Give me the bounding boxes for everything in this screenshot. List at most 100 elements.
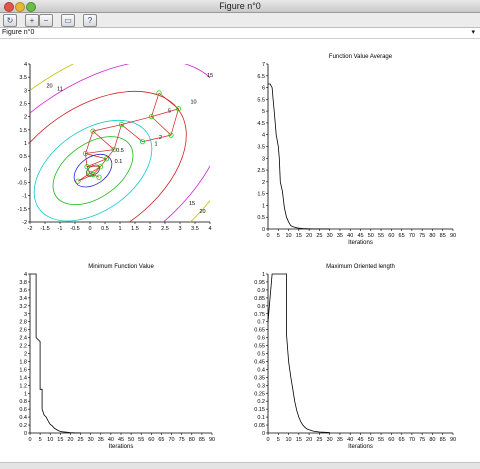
x-tick-label: 55 bbox=[378, 233, 384, 239]
x-tick-label: 65 bbox=[399, 233, 405, 239]
contour-line bbox=[30, 90, 187, 222]
x-tick-label: 60 bbox=[388, 437, 394, 443]
y-tick-label: 3.5 bbox=[19, 75, 27, 81]
x-tick-label: 30 bbox=[88, 437, 94, 443]
y-tick-label: 0.25 bbox=[254, 391, 265, 397]
y-tick-label: 1.4 bbox=[19, 375, 27, 381]
y-tick-label: 0.4 bbox=[19, 415, 27, 421]
y-tick-label: 0.8 bbox=[19, 399, 27, 405]
figure-canvas[interactable]: -2 -1.5 -1 -0.5 0 0.5 1 1.5 2 2.5 3 3.5 4 -2 -1.5 -1 -0.… bbox=[0, 40, 480, 462]
y-tick-label: 1 bbox=[24, 141, 27, 147]
x-tick-label: 55 bbox=[378, 437, 384, 443]
rotate-button[interactable]: ↻ bbox=[3, 14, 17, 27]
contour-label: 11 bbox=[57, 86, 63, 92]
x-tick-label: 5 bbox=[39, 437, 42, 443]
y-tick-label: 3.6 bbox=[19, 288, 27, 294]
y-tick-label: -0.5 bbox=[18, 181, 27, 187]
y-tick-label: 0.05 bbox=[254, 423, 265, 429]
toolbar: ↻ + − ▭ ? bbox=[0, 13, 480, 28]
y-tick-label: 3.5 bbox=[257, 145, 265, 151]
x-tick-label: 35 bbox=[337, 233, 343, 239]
x-tick-label: 3 bbox=[178, 226, 181, 232]
x-axis-label: Iterations bbox=[348, 444, 373, 450]
x-tick-label: 15 bbox=[296, 437, 302, 443]
y-tick-label: 1.8 bbox=[19, 359, 27, 365]
y-tick-label: 2.5 bbox=[19, 102, 27, 108]
y-tick-label: 0.15 bbox=[254, 407, 265, 413]
y-tick-label: 5 bbox=[262, 109, 265, 115]
x-tick-label: 5 bbox=[277, 437, 280, 443]
x-tick-label: 25 bbox=[316, 437, 322, 443]
x-tick-label: 3.5 bbox=[191, 226, 199, 232]
y-tick-label: 4 bbox=[24, 62, 27, 68]
x-tick-label: 20 bbox=[306, 437, 312, 443]
y-tick-label: 2 bbox=[262, 180, 265, 186]
y-tick-label: 1.5 bbox=[19, 128, 27, 134]
y-tick-label: 0.7 bbox=[257, 320, 265, 326]
series-line bbox=[30, 273, 81, 434]
x-tick-label: 20 bbox=[67, 437, 73, 443]
x-tick-label: 45 bbox=[118, 437, 124, 443]
y-tick-label: -1.5 bbox=[18, 207, 27, 213]
figure-menu-icon[interactable]: ▾ bbox=[471, 28, 475, 38]
window-titlebar: Figure n°0 bbox=[0, 0, 480, 13]
series-line bbox=[268, 83, 330, 230]
y-tick-label: 1 bbox=[24, 391, 27, 397]
y-tick-label: 0.5 bbox=[19, 154, 27, 160]
contour-label: 20 bbox=[199, 209, 205, 215]
y-tick-label: 0.8 bbox=[257, 304, 265, 310]
x-tick-label: 25 bbox=[316, 233, 322, 239]
x-tick-label: 85 bbox=[440, 233, 446, 239]
x-tick-label: 75 bbox=[419, 233, 425, 239]
y-tick-label: 0 bbox=[262, 227, 265, 233]
x-tick-label: 70 bbox=[409, 233, 415, 239]
plots-svg: -2 -1.5 -1 -0.5 0 0.5 1 1.5 2 2.5 3 3.5 4 -2 -1.5 -1 -0.… bbox=[18, 54, 457, 450]
x-tick-label: 75 bbox=[419, 437, 425, 443]
contour-label: 1 bbox=[154, 142, 157, 148]
contour-line bbox=[52, 136, 134, 206]
zoom-out-icon: − bbox=[43, 16, 49, 25]
x-tick-label: 0.5 bbox=[101, 226, 109, 232]
x-tick-label: 30 bbox=[327, 233, 333, 239]
y-tick-label: 0.6 bbox=[19, 407, 27, 413]
contour-lines bbox=[30, 64, 210, 222]
y-tick-label: 0.1 bbox=[257, 415, 265, 421]
simplex-point bbox=[156, 90, 162, 96]
y-tick-label: 3.4 bbox=[19, 296, 27, 302]
contour-plot: -2 -1.5 -1 -0.5 0 0.5 1 1.5 2 2.5 3 3.5 4 -2 -1.5 -1 -0.… bbox=[18, 62, 214, 232]
x-tick-label: 20 bbox=[306, 233, 312, 239]
series-line bbox=[267, 273, 330, 433]
x-tick-label: 25 bbox=[77, 437, 83, 443]
y-tick-label: 0.5 bbox=[257, 215, 265, 221]
y-tick-label: 1.6 bbox=[19, 367, 27, 373]
y-tick-label: 2.4 bbox=[19, 336, 27, 342]
x-tick-label: 15 bbox=[57, 437, 63, 443]
zoom-out-button[interactable]: − bbox=[39, 14, 53, 27]
simplex-path bbox=[77, 92, 180, 182]
datatip-icon: ▭ bbox=[64, 16, 72, 25]
x-tick-label: -1 bbox=[58, 226, 63, 232]
x-tick-label: 50 bbox=[368, 233, 374, 239]
x-tick-label: 35 bbox=[98, 437, 104, 443]
x-tick-label: 50 bbox=[368, 437, 374, 443]
line-chart-1: 0 5 10 15 20 25 30 35 40 45 50 55 60 65 70 75 80 85 9000.5… bbox=[257, 54, 456, 246]
y-tick-label: 2.5 bbox=[257, 168, 265, 174]
zoom-in-button[interactable]: + bbox=[25, 14, 39, 27]
x-tick-label: 2 bbox=[148, 226, 151, 232]
x-tick-label: 80 bbox=[429, 437, 435, 443]
y-tick-label: 0.35 bbox=[254, 375, 265, 381]
y-tick-label: 0.85 bbox=[254, 296, 265, 302]
x-tick-label: 45 bbox=[357, 437, 363, 443]
datatip-button[interactable]: ▭ bbox=[61, 14, 75, 27]
y-tick-label: 3.8 bbox=[19, 280, 27, 286]
help-button[interactable]: ? bbox=[83, 14, 97, 27]
x-tick-label: 60 bbox=[148, 437, 154, 443]
y-tick-label: 7 bbox=[262, 62, 265, 68]
y-tick-label: 0.45 bbox=[254, 359, 265, 365]
y-tick-label: 0 bbox=[262, 431, 265, 437]
x-tick-label: 65 bbox=[399, 437, 405, 443]
y-tick-label: 2 bbox=[24, 352, 27, 358]
x-tick-label: 90 bbox=[450, 233, 456, 239]
x-tick-label: 55 bbox=[138, 437, 144, 443]
x-tick-label: 4 bbox=[208, 226, 211, 232]
